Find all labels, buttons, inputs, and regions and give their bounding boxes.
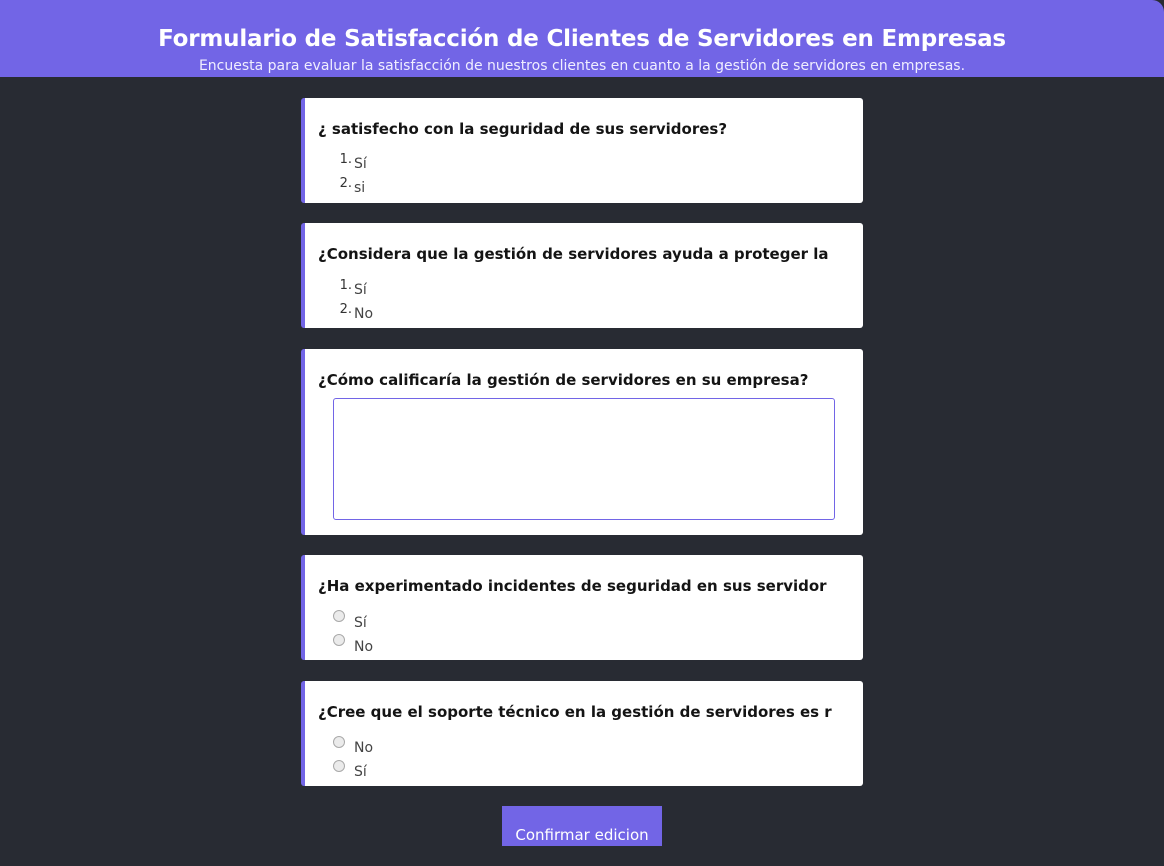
option-label: No	[354, 306, 374, 322]
question-card-1: ¿ satisfecho con la seguridad de sus ser…	[301, 98, 863, 203]
radio-button[interactable]	[333, 736, 345, 748]
radio-button[interactable]	[333, 760, 345, 772]
question-title: ¿ satisfecho con la seguridad de sus ser…	[318, 120, 728, 138]
option-label: si	[354, 180, 366, 196]
radio-button[interactable]	[333, 610, 345, 622]
list-number: 2.	[339, 302, 352, 317]
confirm-edit-button[interactable]: Confirmar edicion	[502, 806, 662, 846]
question-card-5: ¿Cree que el soporte técnico en la gesti…	[301, 681, 863, 786]
list-item: 2. No	[335, 302, 374, 325]
list-number: 2.	[339, 176, 352, 191]
question-title: ¿Considera que la gestión de servidores …	[318, 245, 829, 263]
radio-label: No	[354, 740, 374, 756]
list-item: 2. si	[335, 176, 366, 199]
list-item: 1. Sí	[335, 152, 367, 175]
list-number: 1.	[339, 278, 352, 293]
radio-label: Sí	[354, 764, 367, 780]
list-number: 1.	[339, 152, 352, 167]
option-label: Sí	[354, 156, 367, 172]
question-title: ¿Cree que el soporte técnico en la gesti…	[318, 703, 832, 721]
question-card-2: ¿Considera que la gestión de servidores …	[301, 223, 863, 328]
question-title: ¿Cómo calificaría la gestión de servidor…	[318, 371, 809, 389]
option-label: Sí	[354, 282, 367, 298]
question-title: ¿Ha experimentado incidentes de segurida…	[318, 577, 827, 595]
page-subtitle: Encuesta para evaluar la satisfacción de…	[198, 58, 966, 74]
question-card-3: ¿Cómo calificaría la gestión de servidor…	[301, 349, 863, 535]
answer-textarea[interactable]	[333, 398, 835, 520]
radio-label: No	[354, 639, 374, 655]
list-item: 1. Sí	[335, 278, 367, 301]
page-header: Formulario de Satisfacción de Clientes d…	[0, 0, 1164, 77]
radio-button[interactable]	[333, 634, 345, 646]
page-title: Formulario de Satisfacción de Clientes d…	[158, 26, 1006, 52]
radio-label: Sí	[354, 615, 367, 631]
question-card-4: ¿Ha experimentado incidentes de segurida…	[301, 555, 863, 660]
